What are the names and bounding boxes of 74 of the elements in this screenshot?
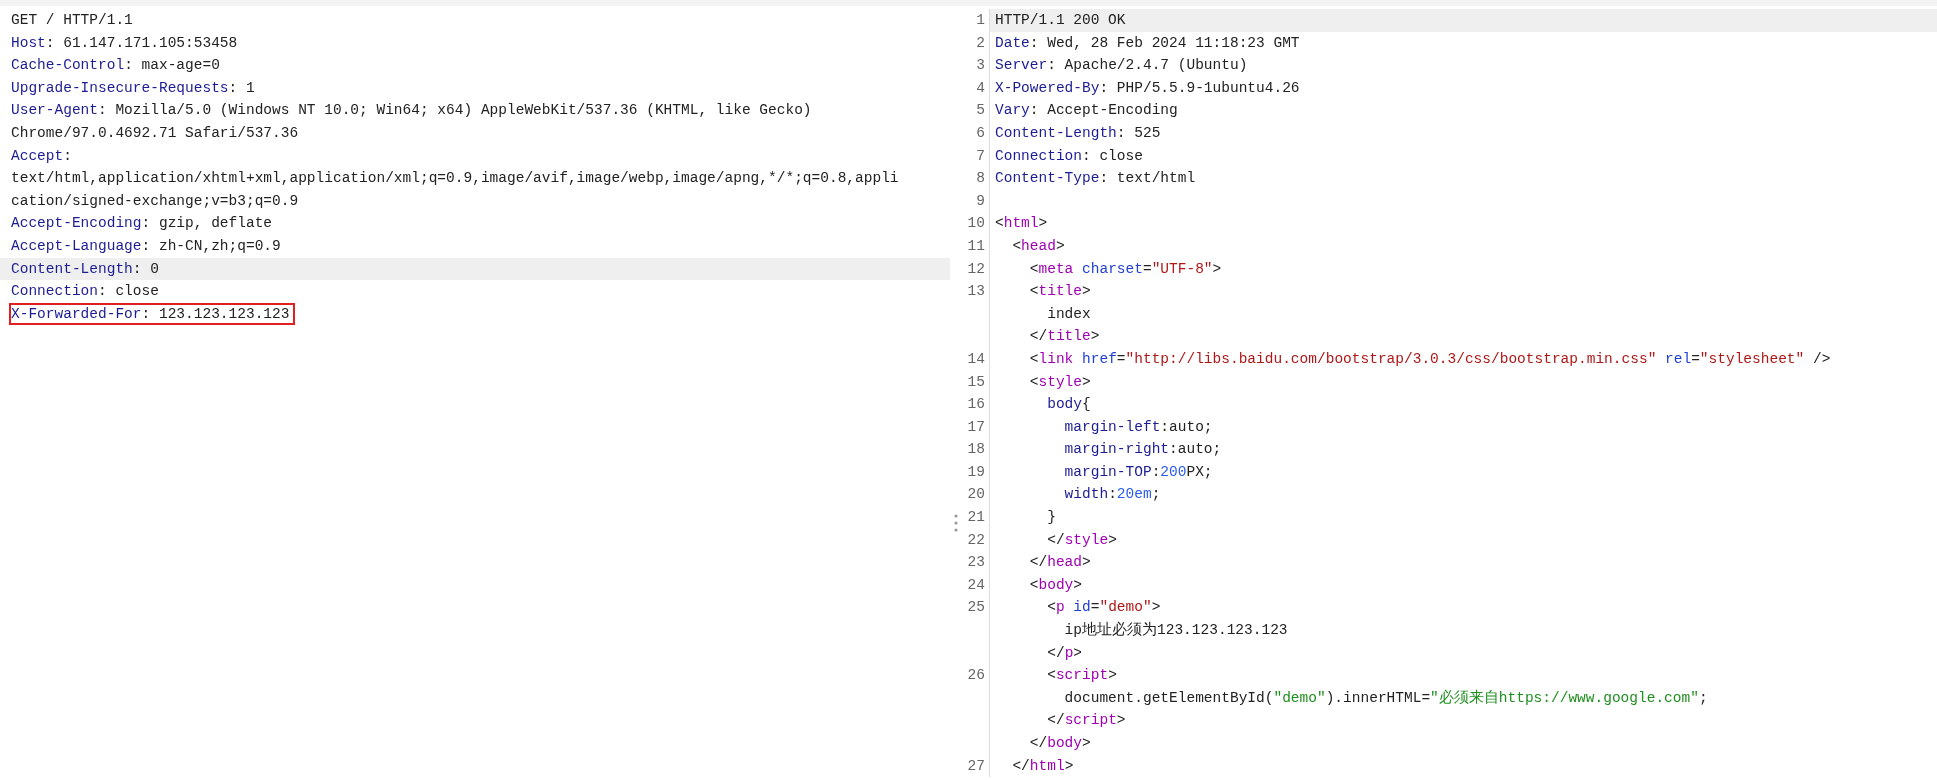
code-line: <link href="http://libs.baidu.com/bootstrap/3.0.3/css/bootstrap.min.css" rel="stylesheet" /> <box>1028 350 1831 367</box>
line-number: 11 <box>967 236 985 256</box>
code-line: Content-Length: 525 <box>995 124 1161 141</box>
code-line: margin-right:auto; <box>1063 441 1222 458</box>
code-line: </body> <box>1028 735 1091 751</box>
line-number: 25 <box>967 598 985 618</box>
code-line: cation/signed-exchange;v=b3;q=0.9 <box>11 191 299 211</box>
code-line: User-Agent: Mozilla/5.0 (Windows NT 10.0; Win64; x64) AppleWebKit/537.36 (KHTML, like Gecko) <box>11 101 812 121</box>
line-number: 2 <box>976 33 985 53</box>
code-line: document.getElementById("demo").innerHTML="必须来自https://www.google.com"; <box>1063 689 1708 706</box>
code-line: Accept: <box>11 146 72 166</box>
code-line: </html> <box>1011 757 1074 774</box>
line-number: 7 <box>976 146 985 166</box>
code-line: <script> <box>1046 667 1117 684</box>
code-line: <p id="demo"> <box>1046 599 1161 616</box>
code-line: margin-TOP:200PX; <box>1063 463 1213 480</box>
code-line: X-Powered-By: PHP/5.5.9-1ubuntu4.26 <box>995 79 1300 96</box>
code-line: HTTP/1.1 200 OK <box>995 12 1126 28</box>
line-number: 10 <box>967 214 985 234</box>
line-number: 19 <box>967 462 985 482</box>
code-line: Connection: close <box>995 147 1143 164</box>
code-line: <style> <box>1028 373 1091 390</box>
code-line: Upgrade-Insecure-Requests: 1 <box>11 78 255 98</box>
line-number: 23 <box>967 553 985 573</box>
code-line: text/html,application/xhtml+xml,application/xml;q=0.9,image/avif,image/webp,image/apng,*/*;q=0.8,appli <box>11 169 899 189</box>
line-number: 12 <box>967 259 985 279</box>
code-line: Accept-Language: zh-CN,zh;q=0.9 <box>11 236 281 256</box>
code-line: Content-Length: 0 <box>11 259 159 279</box>
code-line: Chrome/97.0.4692.71 Safari/537.36 <box>11 123 299 143</box>
code-line: ip地址必须为123.123.123.123 <box>1063 622 1288 639</box>
line-number: 21 <box>967 508 985 528</box>
line-number: 5 <box>976 101 985 121</box>
code-line: } <box>1046 509 1056 526</box>
code-line: <html> <box>995 215 1048 232</box>
code-line: Host: 61.147.171.105:53458 <box>11 33 238 53</box>
line-number: 3 <box>976 56 985 76</box>
code-line: </script> <box>1046 712 1126 729</box>
code-line: <head> <box>1011 237 1065 254</box>
code-line: </title> <box>1028 328 1100 345</box>
line-number: 24 <box>967 575 985 595</box>
code-line: </p> <box>1046 644 1083 661</box>
line-number: 27 <box>967 756 985 776</box>
code-line: GET / HTTP/1.1 <box>11 11 133 30</box>
drag-handle-icon[interactable] <box>954 514 958 532</box>
line-number: 8 <box>976 169 985 189</box>
line-number: 20 <box>967 485 985 505</box>
code-line: Server: Apache/2.4.7 (Ubuntu) <box>995 57 1248 74</box>
line-number: 18 <box>967 440 985 460</box>
code-line: Connection: close <box>11 282 159 302</box>
code-line: index <box>1046 305 1091 322</box>
code-line: <meta charset="UTF-8"> <box>1028 260 1222 277</box>
line-number: 13 <box>967 282 985 302</box>
code-line: <title> <box>1028 283 1091 300</box>
code-line: Cache-Control: max-age=0 <box>11 56 220 76</box>
code-line: </head> <box>1028 554 1091 571</box>
line-number: 15 <box>967 372 985 392</box>
line-number: 9 <box>976 191 985 211</box>
line-number: 4 <box>976 78 985 98</box>
code-line: <body> <box>1028 576 1083 593</box>
line-number: 17 <box>967 417 985 437</box>
code-line: Date: Wed, 28 Feb 2024 11:18:23 GMT <box>995 34 1300 51</box>
code-line: Content-Type: text/html <box>995 170 1196 187</box>
line-number: 16 <box>967 395 985 415</box>
line-number: 22 <box>967 530 985 550</box>
line-number: 14 <box>967 349 985 369</box>
line-number: 6 <box>976 123 985 143</box>
code-line: body{ <box>1046 396 1091 413</box>
code-line: Accept-Encoding: gzip, deflate <box>11 214 273 234</box>
code-line: width:20em; <box>1063 486 1161 503</box>
line-number: 1 <box>976 11 985 30</box>
code-line: margin-left:auto; <box>1063 418 1213 435</box>
code-line: Vary: Accept-Encoding <box>995 102 1178 119</box>
code-line: </style> <box>1046 531 1117 548</box>
line-number: 26 <box>967 666 985 686</box>
